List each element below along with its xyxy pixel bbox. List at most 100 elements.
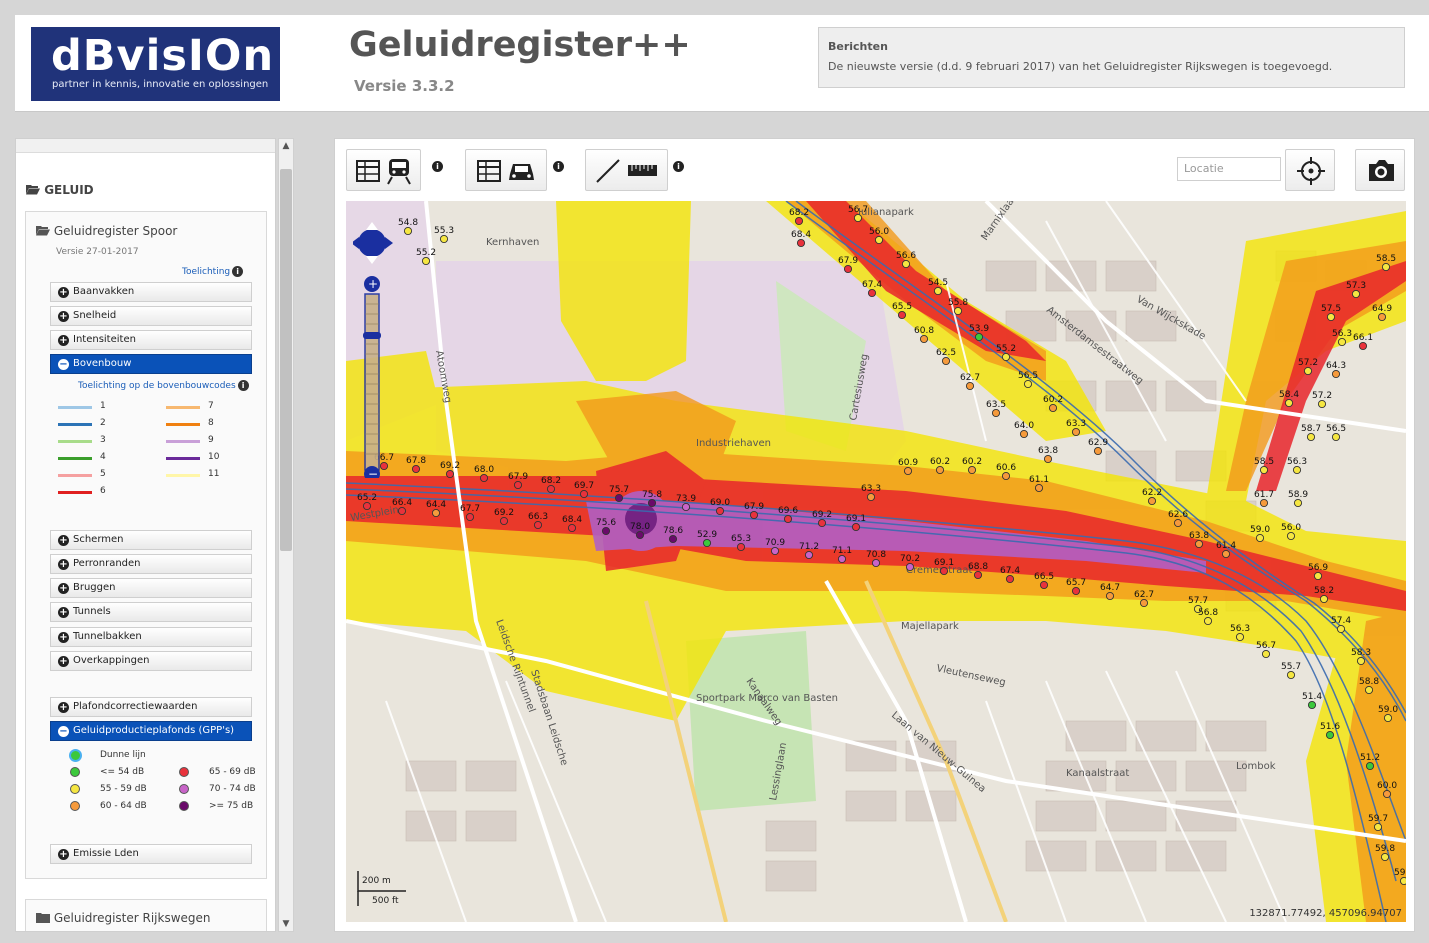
gpp-point-marker[interactable] <box>939 566 949 576</box>
gpp-point-marker[interactable] <box>770 546 780 556</box>
spoor-section-title[interactable]: Geluidregister Spoor <box>36 224 177 238</box>
gpp-point-marker[interactable] <box>866 492 876 502</box>
gpp-point-marker[interactable] <box>1284 398 1294 408</box>
gpp-point-marker[interactable] <box>1380 852 1390 862</box>
layer-item-schermen[interactable]: + Schermen <box>50 530 252 550</box>
gpp-point-marker[interactable] <box>905 562 915 572</box>
gpp-point-marker[interactable] <box>1019 429 1029 439</box>
gpp-point-marker[interactable] <box>1382 789 1392 799</box>
gpp-point-marker[interactable] <box>965 381 975 391</box>
gpp-point-marker[interactable] <box>439 234 449 244</box>
gpp-point-marker[interactable] <box>1005 574 1015 584</box>
gpp-point-marker[interactable] <box>941 356 951 366</box>
gpp-point-marker[interactable] <box>579 489 589 499</box>
gpp-point-marker[interactable] <box>1303 366 1313 376</box>
gpp-point-marker[interactable] <box>749 510 759 520</box>
scroll-up-icon[interactable]: ▲ <box>281 141 291 151</box>
gpp-point-marker[interactable] <box>1325 730 1335 740</box>
gpp-point-marker[interactable] <box>1356 656 1366 666</box>
gpp-point-marker[interactable] <box>1235 632 1245 642</box>
gpp-point-marker[interactable] <box>991 408 1001 418</box>
layer-item-overkappingen[interactable]: + Overkappingen <box>50 651 252 671</box>
scroll-down-icon[interactable]: ▼ <box>281 919 291 929</box>
gpp-point-marker[interactable] <box>635 530 645 540</box>
pan-right-icon[interactable] <box>385 237 393 249</box>
layer-item-snelheid[interactable]: + Snelheid <box>50 306 252 326</box>
gpp-point-marker[interactable] <box>647 498 657 508</box>
pan-control[interactable] <box>353 222 393 264</box>
gpp-point-marker[interactable] <box>1399 876 1406 886</box>
gpp-point-marker[interactable] <box>1373 822 1383 832</box>
gpp-point-marker[interactable] <box>1001 352 1011 362</box>
gpp-point-marker[interactable] <box>1255 533 1265 543</box>
gpp-point-marker[interactable] <box>1317 399 1327 409</box>
locate-button[interactable] <box>1285 149 1335 191</box>
gpp-point-marker[interactable] <box>567 523 577 533</box>
gpp-point-marker[interactable] <box>1043 454 1053 464</box>
gpp-point-marker[interactable] <box>614 493 624 503</box>
noise-map[interactable]: Julianapark Marnixlaan Amsterdamsestraatwe… <box>346 201 1406 922</box>
layer-item-tunnels[interactable]: + Tunnels <box>50 602 252 622</box>
gpp-point-marker[interactable] <box>715 506 725 516</box>
gpp-point-marker[interactable] <box>1377 312 1387 322</box>
gpp-point-marker[interactable] <box>1313 571 1323 581</box>
gpp-point-marker[interactable] <box>1336 624 1346 634</box>
geluid-heading[interactable]: GELUID <box>26 183 94 197</box>
gpp-point-marker[interactable] <box>601 526 611 536</box>
info-icon[interactable]: i <box>673 161 684 172</box>
gpp-point-marker[interactable] <box>1194 539 1204 549</box>
layer-item-bruggen[interactable]: + Bruggen <box>50 578 252 598</box>
gpp-point-marker[interactable] <box>967 465 977 475</box>
gpp-point-marker[interactable] <box>499 516 509 526</box>
gpp-point-marker[interactable] <box>411 464 421 474</box>
layer-item-baanvakken[interactable]: + Baanvakken <box>50 282 252 302</box>
gpp-point-marker[interactable] <box>817 518 827 528</box>
gpp-point-marker[interactable] <box>871 558 881 568</box>
gpp-point-marker[interactable] <box>479 473 489 483</box>
gpp-point-marker[interactable] <box>533 520 543 530</box>
gpp-point-marker[interactable] <box>465 512 475 522</box>
toelichting-bovenbouw-link[interactable]: Toelichting op de bovenbouwcodes i <box>78 380 249 391</box>
gpp-point-marker[interactable] <box>1293 498 1303 508</box>
layer-item-bovenbouw[interactable]: − Bovenbouw <box>50 354 252 374</box>
gpp-point-marker[interactable] <box>736 542 746 552</box>
gpp-point-marker[interactable] <box>445 469 455 479</box>
gpp-point-marker[interactable] <box>1071 586 1081 596</box>
gpp-point-marker[interactable] <box>851 522 861 532</box>
gpp-point-marker[interactable] <box>1203 616 1213 626</box>
gpp-point-marker[interactable] <box>1173 518 1183 528</box>
zoom-slider-handle[interactable] <box>363 332 381 339</box>
gpp-point-marker[interactable] <box>874 235 884 245</box>
gpp-point-marker[interactable] <box>1358 341 1368 351</box>
layer-item-plafondcorrectiewaarden[interactable]: + Plafondcorrectiewaarden <box>50 697 252 717</box>
gpp-point-marker[interactable] <box>1034 483 1044 493</box>
gpp-point-marker[interactable] <box>1331 432 1341 442</box>
gpp-point-marker[interactable] <box>546 484 556 494</box>
gpp-point-marker[interactable] <box>431 508 441 518</box>
gpp-point-marker[interactable] <box>1337 337 1347 347</box>
gpp-point-marker[interactable] <box>421 256 431 266</box>
dbvision-logo[interactable]: dBvisIOn partner in kennis, innovatie en… <box>31 27 280 101</box>
gpp-point-marker[interactable] <box>804 550 814 560</box>
gpp-point-marker[interactable] <box>1351 289 1361 299</box>
gpp-point-marker[interactable] <box>973 570 983 580</box>
location-input[interactable]: Locatie <box>1177 157 1281 181</box>
gpp-point-marker[interactable] <box>1365 761 1375 771</box>
gpp-point-marker[interactable] <box>702 538 712 548</box>
measure-button[interactable] <box>585 149 668 191</box>
zoom-control[interactable]: + − <box>353 222 393 478</box>
gpp-point-marker[interactable] <box>1292 465 1302 475</box>
layer-item-perronranden[interactable]: + Perronranden <box>50 554 252 574</box>
gpp-point-marker[interactable] <box>919 334 929 344</box>
gpp-point-marker[interactable] <box>897 310 907 320</box>
pan-left-icon[interactable] <box>353 237 359 249</box>
gpp-point-marker[interactable] <box>681 502 691 512</box>
spoor-layer-button[interactable] <box>346 149 421 191</box>
gpp-point-marker[interactable] <box>1039 580 1049 590</box>
rijkswegen-section[interactable]: Geluidregister Rijkswegen <box>25 899 267 931</box>
layer-item-tunnelbakken[interactable]: + Tunnelbakken <box>50 627 252 647</box>
gpp-point-marker[interactable] <box>903 466 913 476</box>
gpp-point-marker[interactable] <box>843 264 853 274</box>
gpp-point-marker[interactable] <box>935 465 945 475</box>
gpp-point-marker[interactable] <box>901 259 911 269</box>
